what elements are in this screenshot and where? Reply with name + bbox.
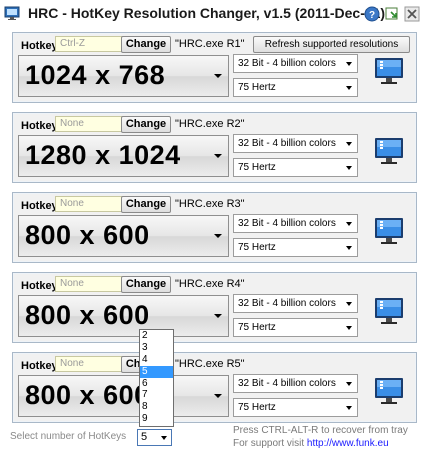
title-bar: HRC - HotKey Resolution Changer, v1.5 (2… [0,0,426,29]
exe-command-label: "HRC.exe R5" [175,358,245,370]
dropdown-option[interactable]: 2 [140,330,173,342]
support-note-text: For support visit [233,438,305,449]
chevron-down-icon [346,166,352,170]
support-note: For support visit http://www.funk.eu [233,438,389,449]
resolution-select[interactable]: 800 x 600 [18,375,229,417]
color-depth-value: 32 Bit - 4 billion colors [238,138,336,149]
hotkey-field[interactable]: None [55,116,131,132]
dropdown-option[interactable]: 4 [140,354,173,366]
change-button[interactable]: Change [121,276,171,293]
hotkey-count-select[interactable]: 5 [137,429,172,446]
change-button[interactable]: Change [121,116,171,133]
monitor-icon[interactable] [373,215,405,247]
refresh-rate-value: 75 Hertz [238,82,276,93]
hotkey-panel-1: Hotkey Ctrl-Z Change "HRC.exe R1" Refres… [12,32,417,103]
resolution-value: 1280 x 1024 [25,140,181,170]
chevron-down-icon [346,406,352,410]
recover-note: Press CTRL-ALT-R to recover from tray [233,425,408,436]
resolution-select[interactable]: 800 x 600 [18,215,229,257]
refresh-resolutions-button[interactable]: Refresh supported resolutions [253,36,410,53]
refresh-rate-select[interactable]: 75 Hertz [233,238,358,257]
hotkey-count-dropdown: 2 3 4 5 6 7 8 9 [139,329,174,427]
color-depth-value: 32 Bit - 4 billion colors [238,218,336,229]
chevron-down-icon [214,234,222,238]
chevron-down-icon [346,222,352,226]
monitor-icon[interactable] [373,375,405,407]
color-depth-value: 32 Bit - 4 billion colors [238,58,336,69]
monitor-icon[interactable] [373,55,405,87]
hotkey-label: Hotkey [21,40,58,52]
color-depth-select[interactable]: 32 Bit - 4 billion colors [233,54,358,73]
hotkey-panel-4: Hotkey None Change "HRC.exe R4" 800 x 60… [12,272,417,343]
refresh-rate-select[interactable]: 75 Hertz [233,78,358,97]
dropdown-option[interactable]: 3 [140,342,173,354]
hotkey-count-value: 5 [141,431,148,443]
color-depth-value: 32 Bit - 4 billion colors [238,298,336,309]
resolution-value: 1024 x 768 [25,60,166,90]
chevron-down-icon [214,394,222,398]
resolution-select[interactable]: 800 x 600 [18,295,229,337]
exe-command-label: "HRC.exe R2" [175,118,245,130]
exe-command-label: "HRC.exe R3" [175,198,245,210]
chevron-down-icon [346,142,352,146]
exe-command-label: "HRC.exe R1" [175,38,245,50]
change-button[interactable]: Change [121,196,171,213]
hotkey-panel-3: Hotkey None Change "HRC.exe R3" 800 x 60… [12,192,417,263]
close-icon[interactable] [404,6,420,22]
help-icon[interactable]: ? [364,6,380,22]
refresh-rate-select[interactable]: 75 Hertz [233,158,358,177]
refresh-rate-select[interactable]: 75 Hertz [233,318,358,337]
color-depth-value: 32 Bit - 4 billion colors [238,378,336,389]
chevron-down-icon [346,302,352,306]
hotkey-count-label: Select number of HotKeys [10,431,127,442]
chevron-down-icon [214,314,222,318]
chevron-down-icon [346,326,352,330]
dropdown-option[interactable]: 9 [140,413,173,425]
chevron-down-icon [346,246,352,250]
support-link[interactable]: http://www.funk.eu [307,438,389,449]
hotkey-label: Hotkey [21,280,58,292]
resolution-value: 800 x 600 [25,380,150,410]
dropdown-option-selected[interactable]: 5 [140,365,173,378]
monitor-icon[interactable] [373,295,405,327]
hotkey-field[interactable]: Ctrl-Z [55,36,131,52]
window-title: HRC - HotKey Resolution Changer, v1.5 (2… [28,5,386,21]
refresh-rate-value: 75 Hertz [238,402,276,413]
resolution-value: 800 x 600 [25,220,150,250]
app-icon [4,6,20,20]
refresh-rate-value: 75 Hertz [238,322,276,333]
hotkey-label: Hotkey [21,120,58,132]
svg-text:?: ? [369,10,375,21]
tray-icon[interactable] [384,6,400,22]
hotkey-field[interactable]: None [55,196,131,212]
color-depth-select[interactable]: 32 Bit - 4 billion colors [233,374,358,393]
chevron-down-icon [214,154,222,158]
chevron-down-icon [161,436,167,440]
refresh-rate-value: 75 Hertz [238,242,276,253]
dropdown-option[interactable]: 6 [140,378,173,390]
chevron-down-icon [346,62,352,66]
dropdown-option[interactable]: 7 [140,389,173,401]
chevron-down-icon [214,74,222,78]
dropdown-option[interactable]: 8 [140,401,173,413]
change-button[interactable]: Change [121,36,171,53]
chevron-down-icon [346,382,352,386]
color-depth-select[interactable]: 32 Bit - 4 billion colors [233,294,358,313]
resolution-select[interactable]: 1280 x 1024 [18,135,229,177]
hotkey-panel-5: Hotkey None Change "HRC.exe R5" 800 x 60… [12,352,417,423]
resolution-select[interactable]: 1024 x 768 [18,55,229,97]
exe-command-label: "HRC.exe R4" [175,278,245,290]
refresh-rate-select[interactable]: 75 Hertz [233,398,358,417]
hotkey-panel-2: Hotkey None Change "HRC.exe R2" 1280 x 1… [12,112,417,183]
color-depth-select[interactable]: 32 Bit - 4 billion colors [233,134,358,153]
chevron-down-icon [346,86,352,90]
resolution-value: 800 x 600 [25,300,150,330]
hotkey-label: Hotkey [21,360,58,372]
color-depth-select[interactable]: 32 Bit - 4 billion colors [233,214,358,233]
hotkey-label: Hotkey [21,200,58,212]
refresh-rate-value: 75 Hertz [238,162,276,173]
monitor-icon[interactable] [373,135,405,167]
hotkey-field[interactable]: None [55,356,131,372]
hotkey-field[interactable]: None [55,276,131,292]
